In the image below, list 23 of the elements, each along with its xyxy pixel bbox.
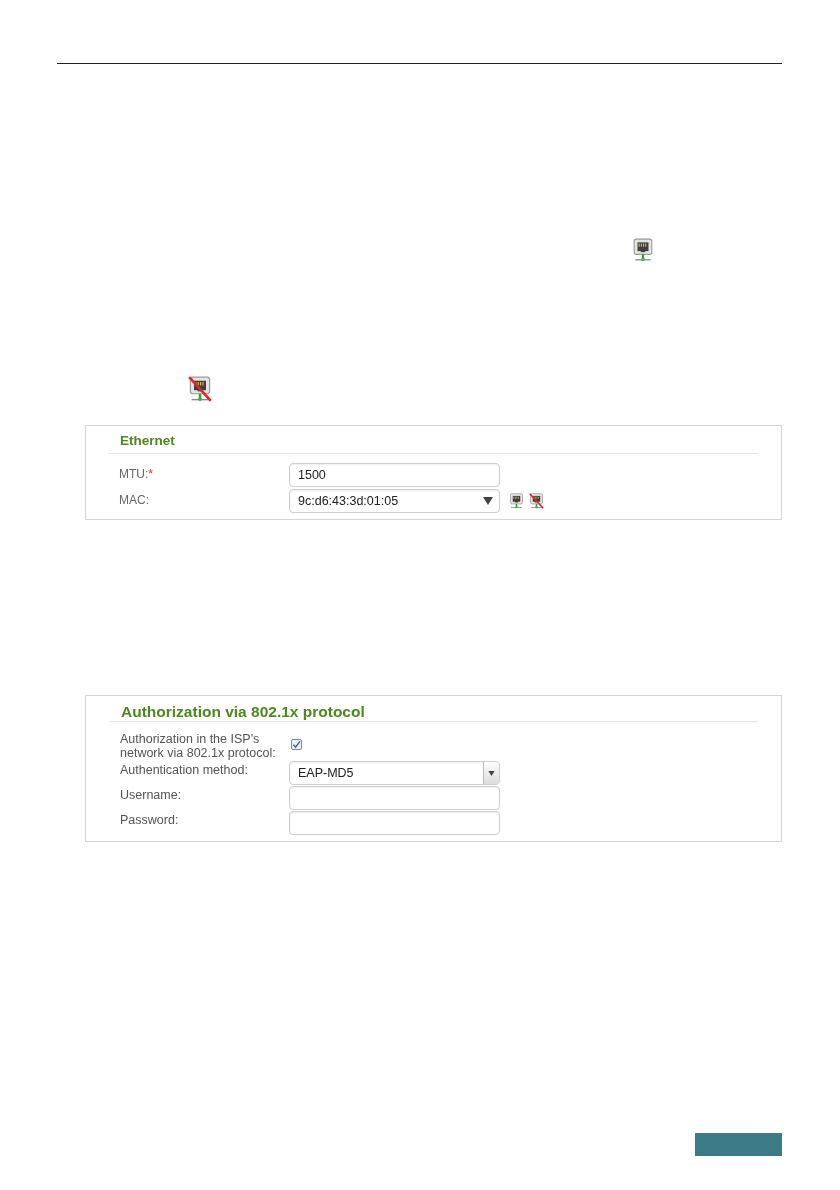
- network-port-crossed-icon: [188, 376, 212, 402]
- checkbox[interactable]: [291, 739, 302, 750]
- field-label: MAC:: [118, 492, 150, 507]
- mac-select[interactable]: 9c:d6:43:3d:01:05: [289, 489, 500, 513]
- field-label: Authorization in the ISP's network via 802.1x protocol:: [119, 731, 277, 760]
- caret-icon: [483, 497, 493, 505]
- input-field[interactable]: 1500: [289, 463, 500, 487]
- password-field[interactable]: [289, 811, 500, 835]
- panel-title: Ethernet: [108, 433, 758, 454]
- checkmark-icon: [292, 740, 301, 749]
- required-mark: *: [148, 467, 153, 481]
- method-select[interactable]: EAP-MD5: [289, 761, 500, 785]
- input-field[interactable]: [289, 786, 500, 810]
- panel-title: Authorization via 802.1x protocol: [110, 703, 758, 722]
- field-label: MTU:: [119, 467, 149, 481]
- dropdown-button[interactable]: [483, 762, 499, 784]
- field-label: Authentication method:: [119, 762, 249, 777]
- network-port-crossed-icon[interactable]: [529, 493, 544, 509]
- field-label: Username:: [119, 787, 183, 802]
- network-port-icon[interactable]: [509, 493, 524, 509]
- field-label: Password:: [119, 812, 180, 827]
- network-port-icon: [632, 238, 654, 262]
- caret-icon: [488, 770, 495, 776]
